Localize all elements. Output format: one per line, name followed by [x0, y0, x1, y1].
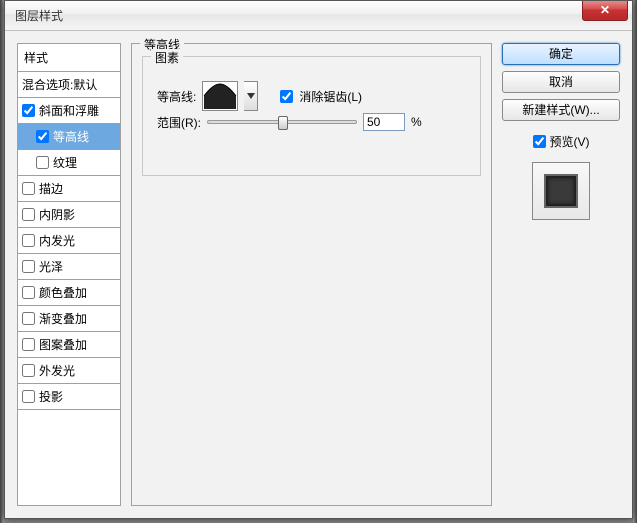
- preview-row: 预览(V): [502, 133, 620, 150]
- action-panel: 确定 取消 新建样式(W)... 预览(V): [502, 43, 620, 506]
- style-label: 纹理: [53, 154, 77, 171]
- fieldset-legend: 图素: [151, 49, 183, 66]
- preview-inner: [544, 174, 578, 208]
- range-slider-thumb[interactable]: [278, 116, 288, 130]
- style-check-pattern-overlay[interactable]: [22, 338, 35, 351]
- style-check-bevel[interactable]: [22, 104, 35, 117]
- contour-picker[interactable]: [202, 81, 238, 111]
- contour-dropdown[interactable]: [244, 81, 258, 111]
- style-item-pattern-overlay[interactable]: 图案叠加: [18, 332, 120, 358]
- chevron-down-icon: [247, 93, 255, 99]
- contour-row: 等高线: 消除锯齿(L): [157, 81, 362, 111]
- style-label: 等高线: [53, 128, 89, 145]
- style-label: 内发光: [39, 232, 75, 249]
- titlebar[interactable]: 图层样式 ✕: [5, 1, 632, 31]
- new-style-button[interactable]: 新建样式(W)...: [502, 99, 620, 121]
- style-check-inner-shadow[interactable]: [22, 208, 35, 221]
- style-item-color-overlay[interactable]: 颜色叠加: [18, 280, 120, 306]
- style-item-inner-shadow[interactable]: 内阴影: [18, 202, 120, 228]
- style-label: 投影: [39, 388, 63, 405]
- blend-options-item[interactable]: 混合选项:默认: [18, 72, 120, 98]
- style-check-satin[interactable]: [22, 260, 35, 273]
- window-title: 图层样式: [15, 7, 63, 24]
- preview-label: 预览(V): [550, 133, 590, 150]
- range-slider[interactable]: [207, 120, 357, 124]
- close-button[interactable]: ✕: [582, 1, 628, 21]
- styles-header[interactable]: 样式: [18, 44, 120, 72]
- style-label: 斜面和浮雕: [39, 102, 99, 119]
- style-check-color-overlay[interactable]: [22, 286, 35, 299]
- style-check-stroke[interactable]: [22, 182, 35, 195]
- style-label: 内阴影: [39, 206, 75, 223]
- close-icon: ✕: [600, 3, 610, 17]
- window-edge-right: [633, 0, 637, 523]
- antialias-label: 消除锯齿(L): [299, 88, 362, 105]
- style-item-satin[interactable]: 光泽: [18, 254, 120, 280]
- style-item-contour[interactable]: 等高线: [18, 124, 120, 150]
- style-check-inner-glow[interactable]: [22, 234, 35, 247]
- style-label: 渐变叠加: [39, 310, 87, 327]
- blend-options-label: 混合选项:默认: [22, 76, 97, 93]
- cancel-button[interactable]: 取消: [502, 71, 620, 93]
- antialias-checkbox[interactable]: [280, 90, 293, 103]
- range-input[interactable]: [363, 113, 405, 131]
- range-label: 范围(R):: [157, 114, 201, 131]
- style-item-bevel[interactable]: 斜面和浮雕: [18, 98, 120, 124]
- ok-button[interactable]: 确定: [502, 43, 620, 65]
- style-check-drop-shadow[interactable]: [22, 390, 35, 403]
- style-check-texture[interactable]: [36, 156, 49, 169]
- style-label: 光泽: [39, 258, 63, 275]
- style-label: 颜色叠加: [39, 284, 87, 301]
- elements-fieldset: 图素 等高线: 消除锯齿(L): [142, 56, 481, 176]
- contour-label: 等高线:: [157, 88, 196, 105]
- style-label: 描边: [39, 180, 63, 197]
- range-row: 范围(R): %: [157, 113, 422, 131]
- preview-swatch: [532, 162, 590, 220]
- dialog-window: 图层样式 ✕ 样式 混合选项:默认 斜面和浮雕 等高线 纹理: [4, 0, 633, 519]
- preview-checkbox[interactable]: [533, 135, 546, 148]
- style-item-drop-shadow[interactable]: 投影: [18, 384, 120, 410]
- contour-curve-icon: [203, 82, 237, 110]
- style-label: 外发光: [39, 362, 75, 379]
- style-check-outer-glow[interactable]: [22, 364, 35, 377]
- style-label: 图案叠加: [39, 336, 87, 353]
- range-unit: %: [411, 115, 422, 129]
- dialog-body: 样式 混合选项:默认 斜面和浮雕 等高线 纹理 描边 内阴: [5, 31, 632, 518]
- style-item-outer-glow[interactable]: 外发光: [18, 358, 120, 384]
- style-item-gradient-overlay[interactable]: 渐变叠加: [18, 306, 120, 332]
- style-item-texture[interactable]: 纹理: [18, 150, 120, 176]
- style-check-contour[interactable]: [36, 130, 49, 143]
- style-item-inner-glow[interactable]: 内发光: [18, 228, 120, 254]
- settings-panel: 等高线 图素 等高线: 消除锯齿(L): [131, 43, 492, 506]
- style-check-gradient-overlay[interactable]: [22, 312, 35, 325]
- style-item-stroke[interactable]: 描边: [18, 176, 120, 202]
- styles-list: 样式 混合选项:默认 斜面和浮雕 等高线 纹理 描边 内阴: [17, 43, 121, 506]
